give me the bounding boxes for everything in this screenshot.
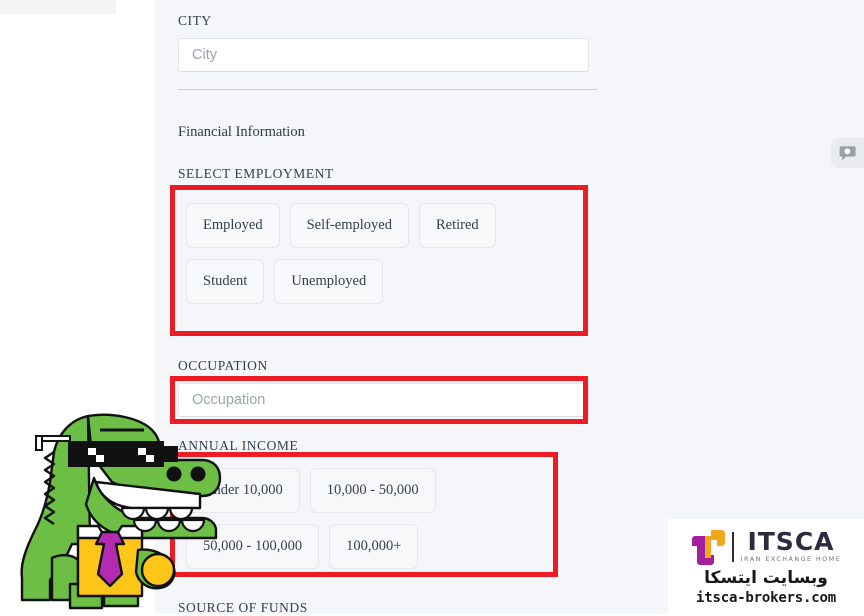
employment-option-employed[interactable]: Employed bbox=[186, 203, 280, 248]
occupation-input-wrapper bbox=[178, 383, 589, 417]
select-employment-label: SELECT EMPLOYMENT bbox=[178, 166, 334, 181]
crocodile-mascot bbox=[20, 413, 222, 610]
occupation-label: OCCUPATION bbox=[178, 358, 268, 373]
chat-widget-button[interactable] bbox=[831, 138, 864, 168]
employment-option-unemployed[interactable]: Unemployed bbox=[274, 259, 384, 304]
occupation-input[interactable] bbox=[178, 383, 589, 417]
top-left-band bbox=[0, 0, 116, 14]
watermark-brand: ITSCA bbox=[747, 527, 835, 557]
itsca-watermark: ITSCA IRAN EXCHANGE HOME وبسایت ایتسکا i… bbox=[668, 519, 864, 614]
registration-form-page: CITY Financial Information SELECT EMPLOY… bbox=[0, 0, 864, 615]
income-option-100000-plus[interactable]: 100,000+ bbox=[329, 524, 419, 569]
watermark-logo-row: ITSCA IRAN EXCHANGE HOME bbox=[691, 528, 841, 566]
city-input-wrapper bbox=[178, 38, 589, 72]
employment-option-self-employed[interactable]: Self-employed bbox=[289, 203, 409, 248]
chat-bubble-icon bbox=[839, 145, 856, 160]
city-label: CITY bbox=[178, 13, 212, 28]
employment-option-student[interactable]: Student bbox=[186, 259, 265, 304]
watermark-separator bbox=[731, 531, 734, 562]
employment-options-group: Employed Self-employed Retired Student U… bbox=[186, 203, 582, 304]
employment-option-retired[interactable]: Retired bbox=[418, 203, 496, 248]
income-option-10000-50000[interactable]: 10,000 - 50,000 bbox=[309, 468, 436, 513]
financial-information-title: Financial Information bbox=[178, 124, 305, 140]
city-input[interactable] bbox=[178, 38, 589, 72]
section-divider bbox=[178, 89, 597, 90]
itsca-arrow-mark-icon bbox=[691, 529, 725, 565]
watermark-wordmark: ITSCA IRAN EXCHANGE HOME bbox=[741, 529, 841, 563]
annual-income-options-group: Under 10,000 10,000 - 50,000 50,000 - 10… bbox=[186, 468, 556, 569]
watermark-tagline: IRAN EXCHANGE HOME bbox=[740, 556, 842, 564]
watermark-url: itsca-brokers.com bbox=[696, 589, 836, 606]
watermark-persian-text: وبسایت ایتسکا bbox=[704, 567, 828, 588]
